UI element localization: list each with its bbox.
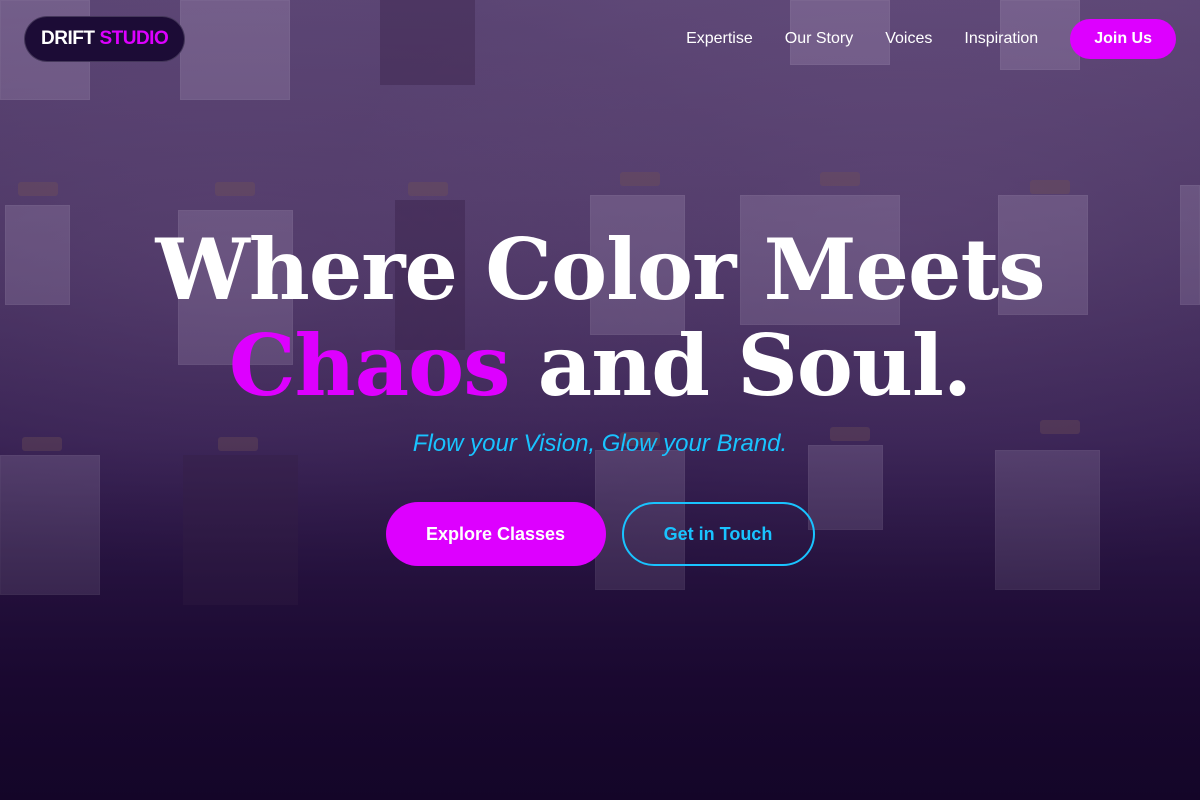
explore-classes-button[interactable]: Explore Classes: [385, 502, 606, 566]
get-in-touch-button[interactable]: Get in Touch: [621, 502, 815, 566]
hero-headline: Where Color Meets Chaos and Soul.: [0, 222, 1200, 414]
headline-line1: Where Color Meets: [155, 220, 1045, 319]
join-us-button[interactable]: Join Us: [1070, 19, 1176, 59]
nav-link-inspiration[interactable]: Inspiration: [964, 30, 1038, 48]
brand-name-part1: DRIFT: [41, 28, 95, 49]
brand-name-part2: STUDIO: [99, 28, 169, 49]
hero-section: Where Color Meets Chaos and Soul. Flow y…: [0, 222, 1200, 566]
nav-link-our-story[interactable]: Our Story: [785, 30, 853, 48]
main-nav: Expertise Our Story Voices Inspiration J…: [686, 19, 1176, 59]
nav-link-expertise[interactable]: Expertise: [686, 30, 753, 48]
headline-accent: Chaos: [228, 316, 511, 415]
headline-rest: and Soul.: [509, 316, 972, 415]
nav-link-voices[interactable]: Voices: [885, 30, 932, 48]
brand-logo[interactable]: DRIFT STUDIO: [24, 16, 186, 62]
hero-tagline: Flow your Vision, Glow your Brand.: [412, 430, 788, 457]
hero-cta-group: Explore Classes Get in Touch: [0, 502, 1200, 566]
